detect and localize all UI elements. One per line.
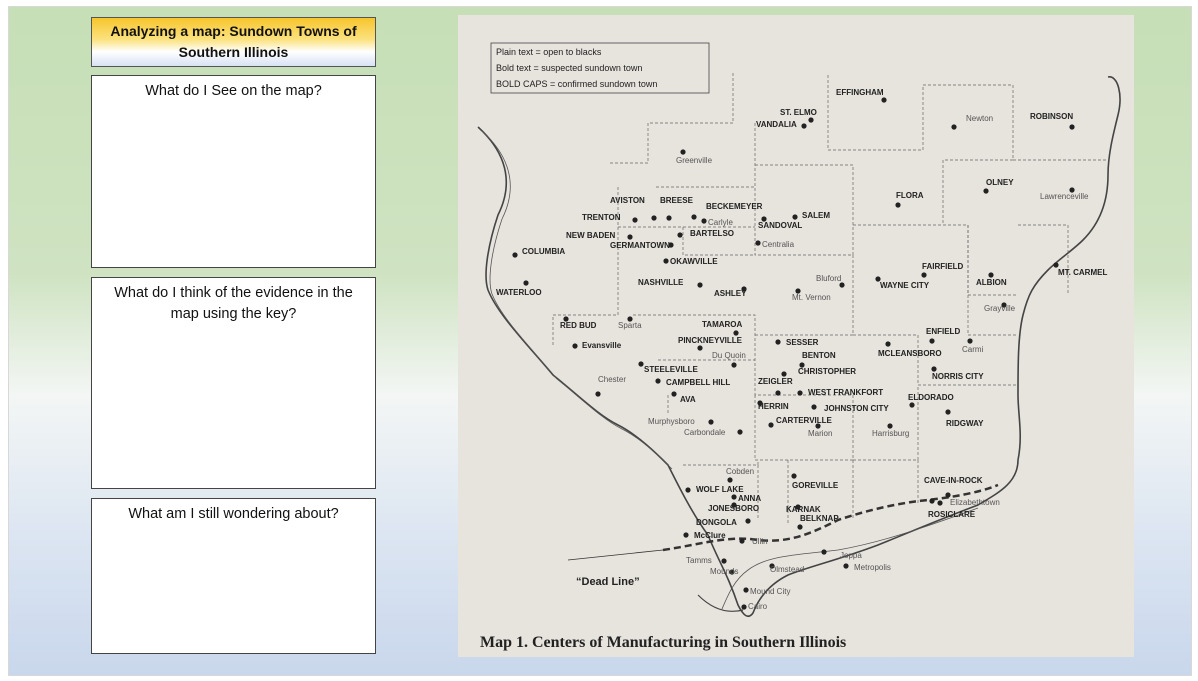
worksheet-title: Analyzing a map: Sundown Towns of Southe… <box>91 17 376 67</box>
map-caption: Map 1. Centers of Manufacturing in South… <box>480 634 846 651</box>
question-text: What do I think of the evidence in the m… <box>114 285 353 322</box>
question-box-think[interactable]: What do I think of the evidence in the m… <box>91 277 376 489</box>
sundown-towns-map: EFFINGHAM ST. ELMO VANDALIA Newton ROBINSON G… <box>458 15 1134 657</box>
map-text-layer: Plain text = open to blacks Bold text = … <box>480 47 846 651</box>
title-line-1: Analyzing a map: Sundown Towns of <box>110 23 357 39</box>
question-text: What am I still wondering about? <box>128 506 339 522</box>
question-box-wonder[interactable]: What am I still wondering about? <box>91 498 376 654</box>
legend-plain: Plain text = open to blacks <box>496 47 602 57</box>
legend-bold: Bold text = suspected sundown town <box>496 63 642 73</box>
title-line-2: Southern Illinois <box>178 44 289 60</box>
question-text: What do I See on the map? <box>145 83 322 99</box>
question-box-see[interactable]: What do I See on the map? <box>91 75 376 268</box>
legend-caps: BOLD CAPS = confirmed sundown town <box>496 79 657 89</box>
dead-line-label: “Dead Line” <box>576 576 640 588</box>
